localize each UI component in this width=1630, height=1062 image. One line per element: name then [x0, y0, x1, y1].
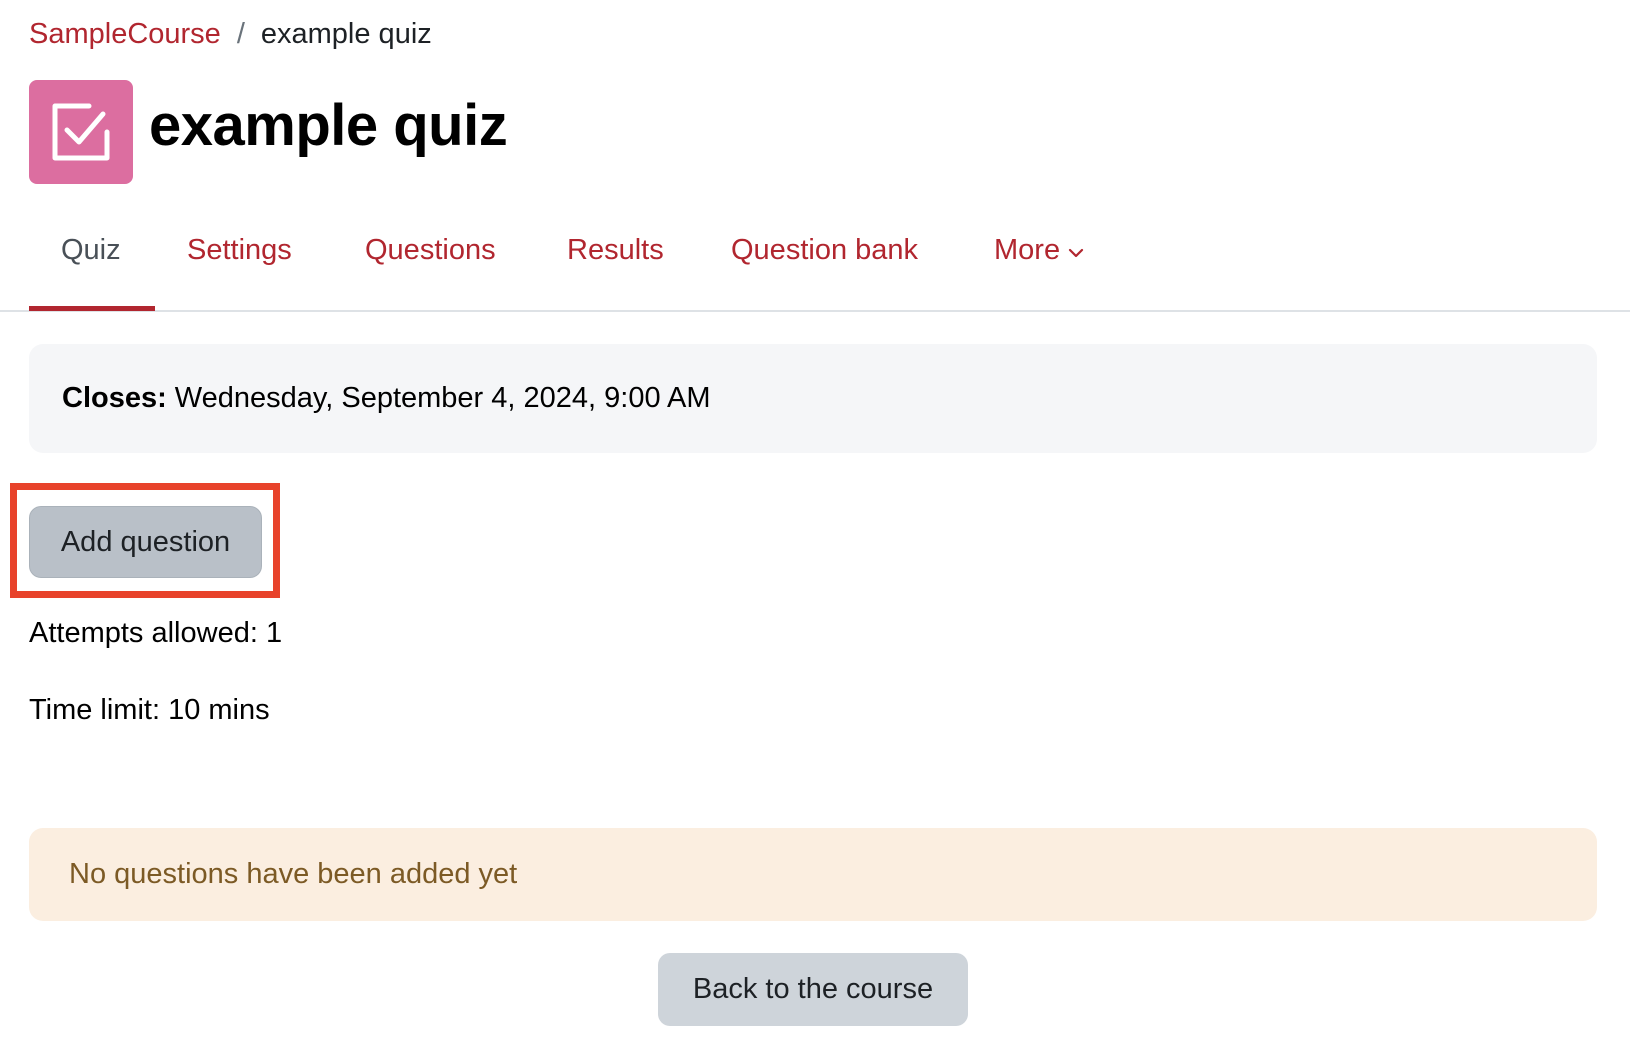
breadcrumb: SampleCourse / example quiz — [29, 14, 432, 54]
add-question-button[interactable]: Add question — [29, 506, 262, 578]
tab-more[interactable]: More — [994, 230, 1084, 270]
time-limit: Time limit: 10 mins — [29, 694, 270, 726]
attempts-allowed: Attempts allowed: 1 — [29, 617, 283, 649]
closes-label: Closes: — [62, 382, 167, 414]
back-to-course-button[interactable]: Back to the course — [658, 953, 968, 1026]
page-header: example quiz — [29, 80, 508, 184]
quiz-dates: Closes: Wednesday, September 4, 2024, 9:… — [29, 344, 1597, 453]
tab-settings[interactable]: Settings — [187, 230, 292, 270]
chevron-down-icon — [1068, 230, 1084, 270]
tab-question-bank[interactable]: Question bank — [731, 230, 918, 270]
no-questions-alert: No questions have been added yet — [29, 828, 1597, 921]
breadcrumb-current: example quiz — [260, 18, 432, 50]
quiz-checkbox-icon — [29, 80, 133, 184]
tab-more-label: More — [994, 234, 1061, 266]
tab-questions[interactable]: Questions — [365, 230, 496, 270]
page-title: example quiz — [149, 93, 508, 158]
quiz-page: SampleCourse / example quiz example quiz… — [0, 0, 1630, 1062]
breadcrumb-course-link[interactable]: SampleCourse — [29, 14, 221, 54]
secondary-navigation: Quiz Settings Questions Results Question… — [0, 212, 1630, 312]
breadcrumb-separator: / — [236, 18, 245, 50]
closes-value: Wednesday, September 4, 2024, 9:00 AM — [174, 382, 711, 414]
tab-results[interactable]: Results — [567, 230, 664, 270]
tab-quiz[interactable]: Quiz — [61, 230, 121, 270]
active-tab-indicator — [29, 306, 155, 311]
alert-message: No questions have been added yet — [69, 858, 518, 890]
